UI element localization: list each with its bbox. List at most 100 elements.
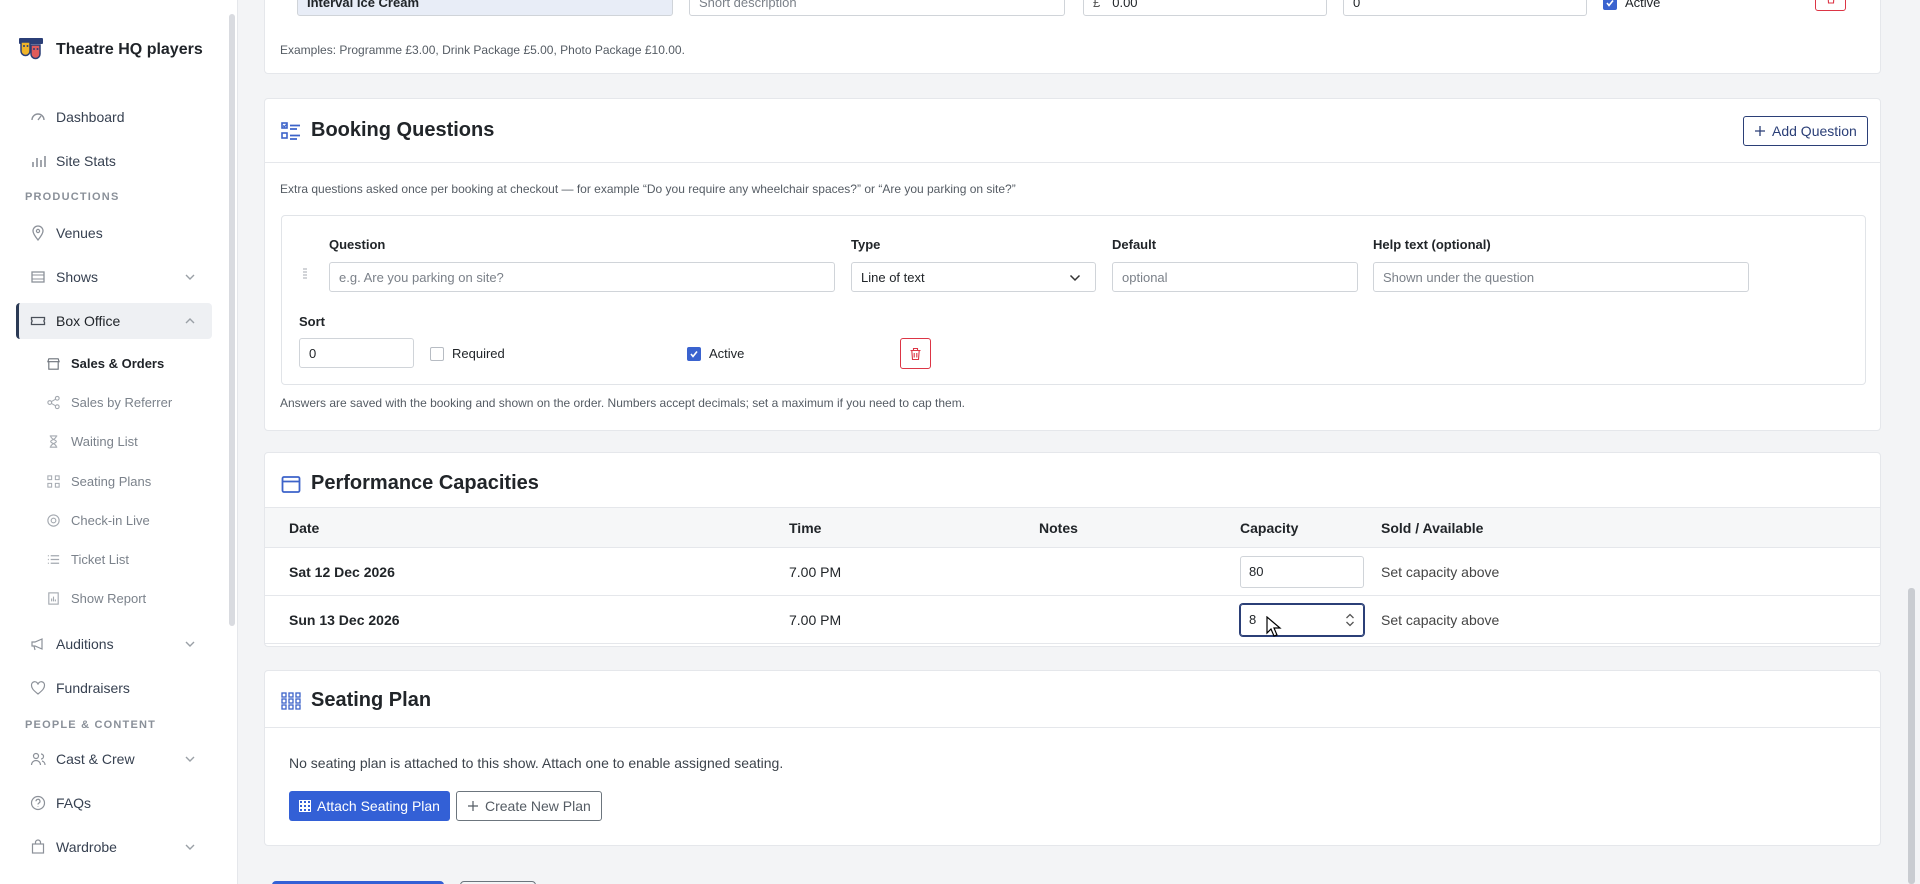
price-prefix: £	[1093, 0, 1101, 10]
row-notes	[1026, 547, 1227, 596]
column-header-capacity: Capacity	[1227, 507, 1368, 548]
sidebar-subitem-label: Waiting List	[71, 433, 138, 449]
seating-plan-heading: Seating Plan	[311, 689, 432, 711]
sidebar-subitem-waiting-list[interactable]: Waiting List	[46, 428, 138, 454]
sidebar-item-dashboard[interactable]: Dashboard	[16, 99, 212, 135]
extra-active-checkbox[interactable]: Active	[1603, 0, 1660, 10]
sort-value: 0	[309, 345, 317, 361]
chevron-down-icon	[185, 844, 195, 850]
delete-question-button[interactable]	[900, 338, 931, 369]
heart-icon	[30, 681, 46, 695]
extra-name-value: Interval Ice Cream	[307, 0, 420, 10]
column-header-notes: Notes	[1026, 507, 1227, 548]
chevron-up-icon	[185, 318, 195, 324]
sidebar-subitem-check-in-live[interactable]: Check-in Live	[46, 507, 150, 533]
seating-plan-message: No seating plan is attached to this show…	[289, 755, 784, 771]
number-spinner-icon[interactable]	[1345, 612, 1355, 628]
booking-questions-description: Extra questions asked once per booking a…	[280, 182, 1016, 196]
section-label-people: PEOPLE & CONTENT	[25, 719, 157, 731]
drag-handle-icon[interactable]	[302, 268, 308, 280]
row-sold-available: Set capacity above	[1368, 547, 1880, 596]
sidebar-subitem-ticket-list[interactable]: Ticket List	[46, 546, 129, 572]
sidebar-item-label: FAQs	[56, 795, 92, 811]
sidebar-item-cast-crew[interactable]: Cast & Crew	[16, 741, 212, 777]
default-input[interactable]: optional	[1112, 262, 1358, 292]
sidebar-item-venues[interactable]: Venues	[16, 215, 212, 251]
checkbox-checked[interactable]	[1603, 0, 1617, 10]
sidebar-item-wardrobe[interactable]: Wardrobe	[16, 829, 212, 865]
list-check-icon	[281, 121, 300, 140]
column-header-sold: Sold / Available	[1368, 507, 1880, 548]
type-select[interactable]: Line of text	[851, 262, 1096, 292]
sidebar-subitem-sales-orders[interactable]: Sales & Orders	[46, 350, 164, 376]
sidebar-item-label: Shows	[56, 269, 99, 285]
sidebar-subitem-show-report[interactable]: Show Report	[46, 585, 146, 611]
brand[interactable]: Theatre HQ players	[18, 36, 203, 64]
type-label: Type	[851, 237, 881, 252]
plus-icon	[1755, 126, 1765, 136]
row-date: Sat 12 Dec 2026	[265, 547, 775, 596]
sidebar-subitem-label: Ticket List	[71, 551, 130, 567]
trash-icon	[1827, 0, 1834, 4]
extra-delete-button[interactable]	[1815, 0, 1846, 11]
extra-name-input[interactable]: Interval Ice Cream	[297, 0, 673, 16]
extra-price-input[interactable]: £0.00	[1083, 0, 1327, 16]
brand-name: Theatre HQ players	[56, 41, 203, 58]
seating-plan-title: Seating Plan	[281, 689, 431, 712]
required-checkbox[interactable]: Required	[430, 346, 505, 361]
check-icon	[1606, 0, 1614, 7]
sort-label: Sort	[299, 314, 325, 329]
sidebar-subitem-seating-plans[interactable]: Seating Plans	[46, 468, 151, 494]
sidebar-item-label: Box Office	[56, 313, 121, 329]
divider	[265, 162, 1880, 163]
sidebar-item-auditions[interactable]: Auditions	[16, 626, 212, 662]
sidebar-item-label: Fundraisers	[56, 680, 130, 696]
add-question-button[interactable]: Add Question	[1743, 116, 1868, 146]
booking-questions-card: Booking Questions Add Question Extra que…	[264, 98, 1881, 431]
sidebar-item-label: Cast & Crew	[56, 751, 135, 767]
sidebar-subitem-label: Check-in Live	[71, 512, 150, 528]
main-scrollbar[interactable]	[1908, 588, 1915, 884]
create-new-plan-button[interactable]: Create New Plan	[456, 791, 602, 821]
row-date: Sun 13 Dec 2026	[265, 595, 775, 644]
active-checkbox[interactable]: Active	[687, 346, 744, 361]
sidebar-item-box-office[interactable]: Box Office	[16, 303, 212, 339]
calendar-icon	[281, 475, 301, 493]
sidebar-subitem-label: Seating Plans	[71, 473, 152, 489]
sidebar-scrollbar[interactable]	[229, 14, 235, 626]
sidebar-item-faqs[interactable]: FAQs	[16, 785, 212, 821]
extra-description-placeholder: Short description	[699, 0, 797, 10]
grid-icon	[299, 800, 311, 812]
booking-questions-heading: Booking Questions	[311, 119, 495, 141]
check-icon	[690, 350, 698, 358]
sidebar-item-label: Wardrobe	[56, 839, 117, 855]
capacity-input[interactable]: 80	[1240, 555, 1364, 588]
extra-sort-input[interactable]: 0	[1343, 0, 1587, 16]
extra-description-input[interactable]: Short description	[689, 0, 1065, 16]
question-label: Question	[329, 237, 386, 252]
question-input[interactable]: e.g. Are you parking on site?	[329, 262, 835, 292]
column-header-time: Time	[775, 507, 1026, 548]
help-text-label: Help text (optional)	[1373, 237, 1491, 252]
default-placeholder: optional	[1122, 269, 1168, 285]
sidebar-subitem-sales-by-referrer[interactable]: Sales by Referrer	[46, 389, 172, 415]
checkbox-checked[interactable]	[687, 346, 701, 361]
sidebar-item-fundraisers[interactable]: Fundraisers	[16, 670, 212, 706]
checkbox-unchecked[interactable]	[430, 346, 444, 361]
sidebar-subitem-label: Sales by Referrer	[71, 394, 173, 410]
seats-grid-icon	[281, 691, 301, 710]
theatre-masks-logo-icon	[19, 38, 43, 60]
sidebar-item-site-stats[interactable]: Site Stats	[16, 143, 212, 179]
type-value: Line of text	[861, 269, 925, 285]
extra-active-label: Active	[1625, 0, 1661, 10]
capacity-input[interactable]: 8	[1240, 603, 1364, 636]
active-label: Active	[709, 346, 745, 361]
attach-seating-plan-button[interactable]: Attach Seating Plan	[289, 791, 450, 821]
help-text-input[interactable]: Shown under the question	[1373, 262, 1749, 292]
table-row: Sat 12 Dec 2026 7.00 PM 80 Set capacity …	[265, 547, 1880, 596]
sidebar-item-shows[interactable]: Shows	[16, 259, 212, 295]
performance-capacities-heading: Performance Capacities	[311, 472, 539, 494]
sort-input[interactable]: 0	[299, 338, 414, 368]
column-header-date: Date	[265, 507, 775, 548]
map-pin-icon	[32, 225, 44, 241]
